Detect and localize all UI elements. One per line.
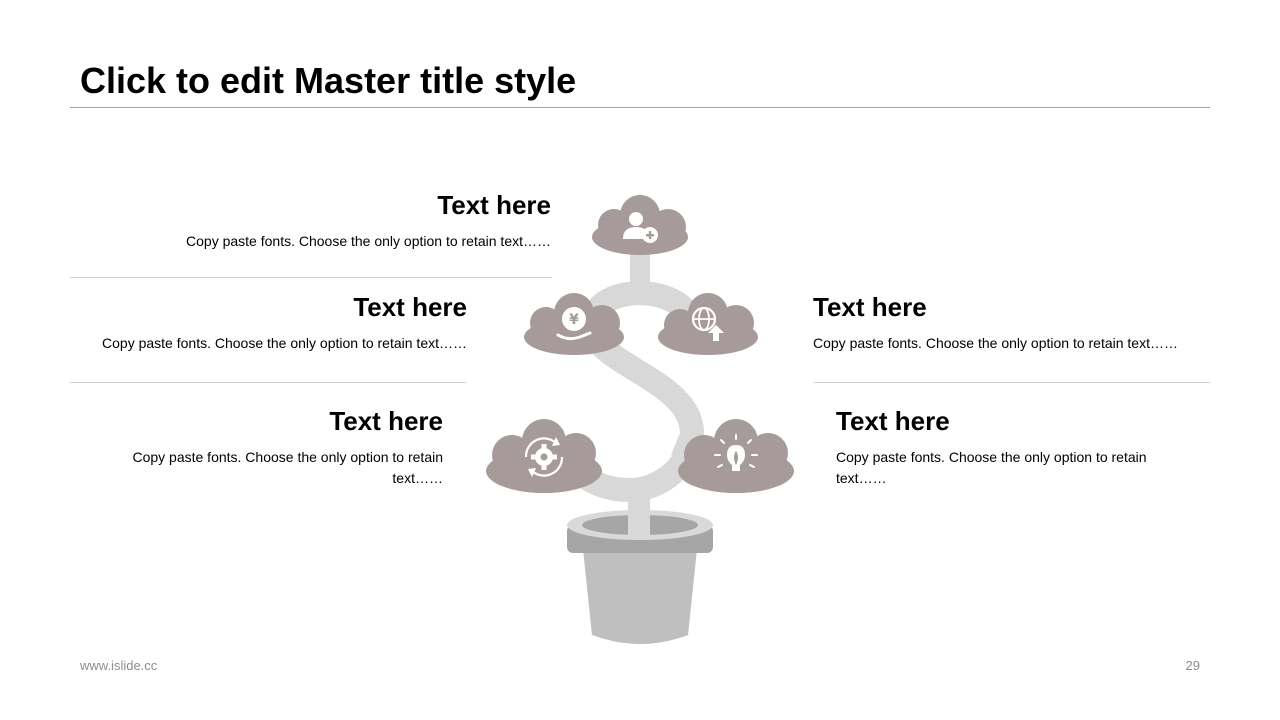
flower-pot: [567, 510, 713, 644]
page-title: Click to edit Master title style: [80, 60, 577, 101]
dollar-stem: [558, 245, 705, 540]
cloud-user-add: [592, 195, 688, 255]
item-2-heading: Text here: [353, 292, 467, 322]
page-number: 29: [1185, 658, 1200, 673]
item-3-body: Copy paste fonts. Choose the only option…: [813, 335, 1178, 351]
title-divider: [70, 107, 1210, 108]
footer-website: www.islide.cc: [80, 658, 158, 673]
item-5-heading: Text here: [836, 406, 950, 436]
item-4-body: Copy paste fonts. Choose the only option…: [132, 449, 443, 486]
money-tree-illustration: ¥: [486, 195, 794, 644]
cloud-gear-cycle: [486, 419, 602, 493]
item-4-heading: Text here: [329, 406, 443, 436]
item-2-body: Copy paste fonts. Choose the only option…: [102, 335, 467, 351]
item-2-divider: [70, 382, 466, 383]
item-3-divider: [814, 382, 1210, 383]
svg-text:¥: ¥: [569, 312, 579, 328]
item-3-heading: Text here: [813, 292, 927, 322]
item-5-body: Copy paste fonts. Choose the only option…: [836, 449, 1147, 486]
